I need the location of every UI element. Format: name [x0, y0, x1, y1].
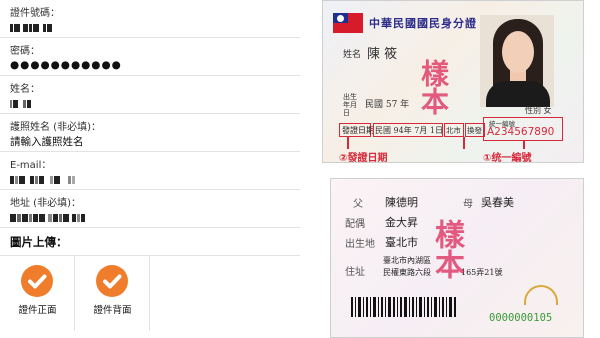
password-value[interactable]: ●●●●●●●●●●●	[10, 59, 122, 71]
upload-tile-label: 證件正面	[18, 305, 57, 316]
password-label: 密碼：	[10, 46, 40, 57]
upload-tiles: 證件正面 證件背面	[0, 255, 300, 338]
flag-icon	[333, 13, 363, 33]
upload-section-title: 圖片上傳：	[10, 235, 68, 249]
issue-place: 北市	[446, 126, 461, 135]
passport-name-label: 護照姓名 (非必填)：	[10, 122, 101, 133]
name-value-redacted[interactable]	[10, 98, 32, 108]
sample-stamp: 樣本	[429, 219, 464, 279]
issue-value: 民國 94年 7月 1日	[375, 126, 443, 135]
address-line-3: 165弄21號	[461, 268, 503, 277]
passport-name-input[interactable]: 請輸入護照姓名	[10, 134, 84, 149]
issue-type: 換發	[467, 126, 482, 135]
annotation-arrow	[523, 141, 525, 149]
mother-key: 母	[463, 199, 473, 210]
birthplace-value: 臺北市	[385, 236, 418, 249]
address-line-2: 民權東路六段	[383, 268, 431, 277]
annotation-arrow	[463, 137, 465, 149]
id-value: A234567890	[487, 126, 555, 138]
barcode	[351, 297, 456, 317]
spouse-key: 配偶	[345, 219, 365, 230]
email-value-redacted[interactable]	[10, 174, 76, 184]
birthplace-key: 出生地	[345, 239, 375, 250]
portrait-photo	[480, 15, 554, 107]
emblem-icon	[524, 285, 558, 305]
father-key: 父	[353, 199, 363, 210]
registration-form: 證件號碼： 密碼： ●●●●●●●●●●● 姓名： 護照姓名 (非必填)： 請輸…	[0, 0, 300, 338]
name-value: 陳 筱	[367, 47, 398, 62]
name-key: 姓名	[343, 50, 362, 60]
issue-date-annotation: ②發證日期	[339, 153, 388, 163]
birth-key: 出生年月日	[343, 93, 357, 117]
check-circle-icon	[21, 265, 53, 297]
card-serial: 0000000105	[489, 312, 553, 324]
id-card-front-sample: 中華民國國民身分證 姓名 陳 筱 樣本 出生年月日 民國 57 年 性別 女 發…	[322, 0, 584, 163]
id-card-back-sample: 父 陳德明 母 吳春美 配偶 金大昇 出生地 臺北市 住址 臺北市內湖區 民權東…	[330, 178, 584, 338]
id-number-value-redacted[interactable]	[10, 22, 53, 32]
id-number-label: 證件號碼：	[10, 8, 60, 19]
passport-name-field[interactable]: 護照姓名 (非必填)： 請輸入護照姓名	[0, 114, 300, 152]
upload-tile-id-front[interactable]: 證件正面	[0, 256, 75, 331]
password-field[interactable]: 密碼： ●●●●●●●●●●●	[0, 38, 300, 76]
id-card-title: 中華民國國民身分證	[369, 17, 477, 30]
id-number-field[interactable]: 證件號碼：	[0, 0, 300, 38]
upload-tile-label: 證件背面	[93, 305, 132, 316]
spouse-value: 金大昇	[385, 216, 418, 229]
address-field[interactable]: 地址 (非必填)：	[0, 190, 300, 228]
check-circle-icon	[96, 265, 128, 297]
issue-key: 發證日期	[342, 126, 374, 135]
annotation-arrow	[347, 137, 349, 149]
birth-value: 民國 57 年	[365, 100, 410, 110]
address-label: 地址 (非必填)：	[10, 198, 81, 209]
email-field[interactable]: E-mail：	[0, 152, 300, 190]
mother-value: 吳春美	[481, 196, 514, 209]
sex-value: 性別 女	[525, 106, 552, 115]
email-label: E-mail：	[10, 160, 52, 171]
address-value-redacted[interactable]	[10, 212, 86, 222]
id-number-annotation: ①统一編號	[483, 153, 532, 163]
name-field[interactable]: 姓名：	[0, 76, 300, 114]
name-label: 姓名：	[10, 84, 40, 95]
sample-stamp: 樣本	[417, 59, 450, 115]
address-key: 住址	[345, 267, 365, 278]
father-value: 陳德明	[385, 196, 418, 209]
address-line-1: 臺北市內湖區	[383, 256, 431, 265]
upload-tile-id-back[interactable]: 證件背面	[75, 256, 150, 331]
